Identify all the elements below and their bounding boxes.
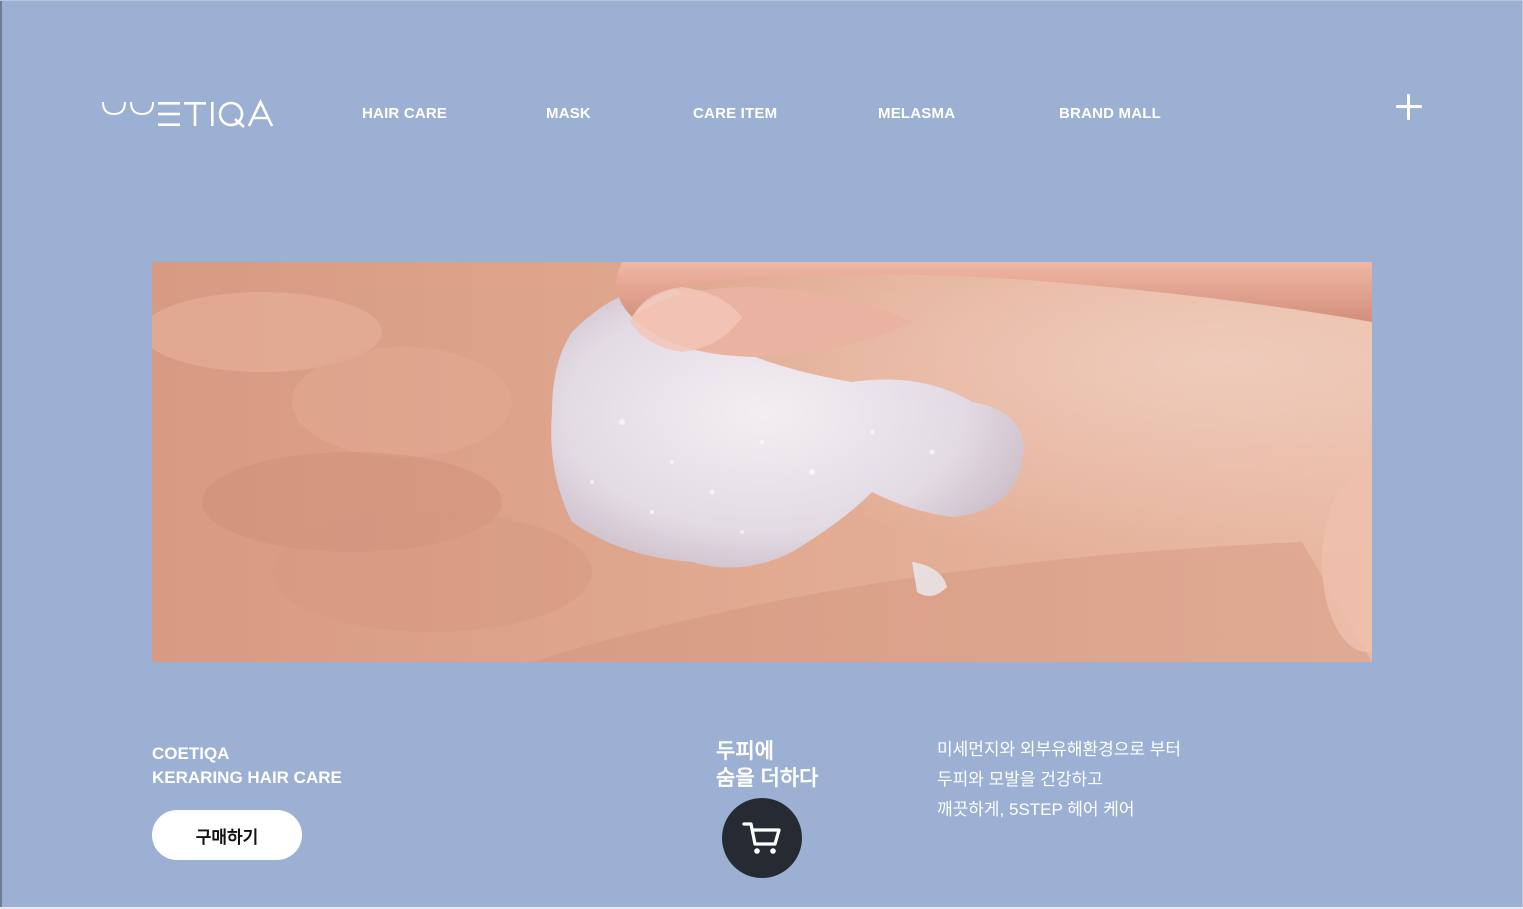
cart-button[interactable] <box>722 798 802 878</box>
nav-item-brand-mall[interactable]: BRAND MALL <box>1059 103 1161 125</box>
headline-line-2: 숨을 더하다 <box>716 767 819 790</box>
headline-line-1: 두피에 <box>716 740 774 763</box>
nav-item-melasma[interactable]: MELASMA <box>878 103 955 125</box>
window-edge-left <box>0 0 2 909</box>
description-line-3: 깨끗하게, 5STEP 헤어 케어 <box>937 800 1135 819</box>
nav-item-care-item[interactable]: CARE ITEM <box>693 103 777 125</box>
description-line-1: 미세먼지와 외부유해환경으로 부터 <box>937 740 1182 759</box>
cart-icon <box>742 822 781 854</box>
nav-item-hair-care[interactable]: HAIR CARE <box>362 103 447 125</box>
buy-button[interactable]: 구매하기 <box>152 810 302 860</box>
description-line-2: 두피와 모발을 건강하고 <box>937 770 1103 789</box>
product-line-name: KERARING HAIR CARE <box>152 768 342 787</box>
product-brand-name: COETIQA <box>152 744 230 763</box>
nav-item-mask[interactable]: MASK <box>546 103 591 125</box>
window-edge-top <box>0 0 1523 1</box>
hero-image <box>152 262 1372 662</box>
headline: 두피에 숨을 더하다 <box>716 738 818 792</box>
product-brand: COETIQA KERARING HAIR CARE <box>152 742 342 790</box>
product-description: 미세먼지와 외부유해환경으로 부터 두피와 모발을 건강하고 깨끗하게, 5ST… <box>937 735 1181 825</box>
main-nav: HAIR CARE MASK CARE ITEM MELASMA BRAND M… <box>0 103 1523 125</box>
plus-icon[interactable] <box>1394 92 1424 122</box>
